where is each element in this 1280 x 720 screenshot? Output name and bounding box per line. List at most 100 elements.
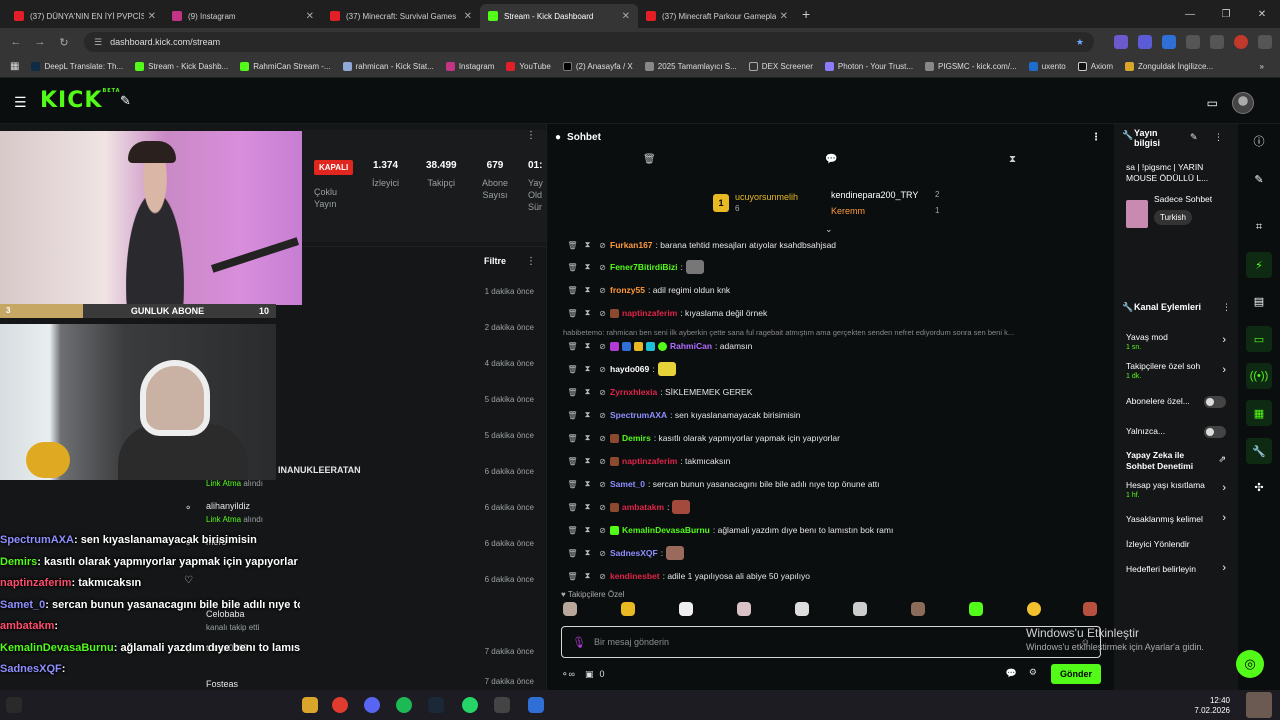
bookmark[interactable]: RahmiCan Stream -... [240, 62, 331, 71]
app-icon[interactable] [528, 697, 544, 713]
subs-only-toggle[interactable] [1204, 396, 1226, 408]
ban-icon[interactable]: ⊘ [595, 241, 610, 250]
maximize-icon[interactable]: ❐ [1208, 9, 1244, 20]
emote-only-toggle[interactable] [1204, 426, 1226, 438]
chat-message[interactable]: 🗑 ⧗ ⊘ Furkan167: barana tehtid mesajları at… [565, 236, 836, 254]
chat-message[interactable]: 🗑 ⧗ ⊘ RahmiCan: adamsın [565, 337, 752, 355]
timeout-icon[interactable]: ⧗ [580, 410, 595, 420]
delete-icon[interactable]: 🗑 [565, 411, 580, 420]
delete-icon[interactable]: 🗑 [565, 549, 580, 558]
bookmark[interactable]: Photon - Your Trust... [824, 62, 913, 71]
extension-icon[interactable] [1138, 35, 1152, 49]
close-tab-icon[interactable]: ✕ [622, 11, 630, 22]
crop-icon[interactable]: ⌗ [1246, 214, 1272, 240]
broadcast-icon[interactable]: ((•)) [1246, 363, 1272, 389]
timeout-icon[interactable]: ⧗ [580, 502, 595, 512]
stats-menu-icon[interactable]: ⋮ [526, 130, 536, 141]
delete-icon[interactable]: 🗑 [565, 434, 580, 443]
emote[interactable] [1083, 602, 1097, 616]
emote[interactable] [1027, 602, 1041, 616]
chevron-right-icon[interactable]: › [1222, 482, 1226, 494]
menu-icon[interactable] [1258, 35, 1272, 49]
discord-icon[interactable] [364, 697, 380, 713]
close-tab-icon[interactable]: ✕ [148, 11, 156, 22]
browser-tab[interactable]: (37) DÜNYA'NIN EN İYİ PVPCİSİ ✕ [6, 4, 164, 28]
emote[interactable] [795, 602, 809, 616]
delete-icon[interactable]: 🗑 [565, 480, 580, 489]
ban-icon[interactable]: ⊘ [595, 309, 610, 318]
emote[interactable] [621, 602, 635, 616]
external-link-icon[interactable]: ⇗ [1218, 454, 1226, 465]
avatar[interactable] [1232, 92, 1254, 114]
bookmark[interactable]: 2025 Tamamlayıcı S... [644, 62, 737, 71]
ban-icon[interactable]: ⊘ [595, 411, 610, 420]
spotify-icon[interactable] [396, 697, 412, 713]
bookmark[interactable]: rahmican - Kick Stat... [342, 62, 434, 71]
leaderboard-user[interactable]: kendinepara200_TRY [831, 190, 918, 200]
bookmark[interactable]: Axiom [1077, 62, 1113, 71]
wallet-icon[interactable]: ▭ [1207, 96, 1218, 110]
edit-icon[interactable]: ✎ [1246, 166, 1272, 192]
ban-icon[interactable]: ⊘ [595, 263, 610, 272]
timeout-icon[interactable]: ⧗ [580, 456, 595, 466]
bookmark[interactable]: Stream - Kick Dashb... [135, 62, 228, 71]
new-tab-icon[interactable]: + [802, 6, 810, 22]
steam-icon[interactable] [428, 697, 444, 713]
file-explorer-icon[interactable] [302, 697, 318, 713]
timeout-icon[interactable]: ⧗ [580, 387, 595, 397]
browser-tab[interactable]: (37) Minecraft: Survival Games ✕ [322, 4, 480, 28]
chat-input[interactable]: 🎙 Bir mesaj gönderin ☺ [561, 626, 1101, 658]
ban-icon[interactable]: ⊘ [595, 457, 610, 466]
delete-icon[interactable]: 🗑 [565, 342, 580, 351]
hourglass-icon[interactable]: ⧗ [1009, 154, 1016, 165]
start-icon[interactable] [6, 697, 22, 713]
chat-message[interactable]: 🗑 ⧗ ⊘ Samet_0: sercan bunun yasanacagını bi… [565, 475, 879, 493]
back-icon[interactable]: ← [4, 36, 28, 48]
panel-menu-icon[interactable]: ⋮ [1222, 302, 1231, 313]
timeout-icon[interactable]: ⧗ [580, 262, 595, 272]
chat-message[interactable]: 🗑 ⧗ ⊘ haydo069: [565, 360, 676, 378]
panel-menu-icon[interactable]: ⋮ [1214, 132, 1223, 143]
puzzle-icon[interactable] [1186, 35, 1200, 49]
ban-icon[interactable]: ⊘ [595, 286, 610, 295]
chat-message[interactable]: 🗑 ⧗ ⊘ KemalinDevasaBurnu: ağlamali yazdım d… [565, 521, 893, 539]
browser-tab[interactable]: (37) Minecraft Parkour Gameplay ✕ [638, 4, 796, 28]
bookmark-star-icon[interactable]: ★ [1076, 37, 1084, 48]
delete-icon[interactable]: 🗑 [565, 526, 580, 535]
chat-settings-icon[interactable]: 💬 [1006, 668, 1017, 679]
address-bar[interactable]: ☰ dashboard.kick.com/stream ★ [84, 32, 1094, 52]
timeout-icon[interactable]: ⧗ [580, 240, 595, 250]
chat-message[interactable]: 🗑 ⧗ ⊘ Demirs: kasıtlı olarak yapmıyorlar ya… [565, 429, 840, 447]
mic-icon[interactable]: 🎙 [572, 636, 586, 649]
bookmark[interactable]: DEX Screener [748, 62, 813, 71]
whatsapp-icon[interactable] [462, 697, 478, 713]
timeout-icon[interactable]: ⧗ [580, 548, 595, 558]
timeout-icon[interactable]: ⧗ [580, 525, 595, 535]
delete-icon[interactable]: 🗑 [565, 309, 580, 318]
chevron-right-icon[interactable]: › [1222, 364, 1226, 376]
close-window-icon[interactable]: ✕ [1244, 9, 1280, 20]
bookmark[interactable]: (2) Anasayfa / X [562, 62, 633, 71]
bookmark[interactable]: DeepL Translate: Th... [31, 62, 123, 71]
minimize-icon[interactable]: — [1172, 9, 1208, 20]
lightning-icon[interactable]: ⚡ [1246, 252, 1272, 278]
close-tab-icon[interactable]: ✕ [306, 11, 314, 22]
ban-icon[interactable]: ⊘ [595, 503, 610, 512]
bookmark[interactable]: PIGSMC - kick.com/... [925, 62, 1017, 71]
chevron-right-icon[interactable]: › [1222, 512, 1226, 524]
chat-message[interactable]: 🗑 ⧗ ⊘ naptinzaferim: takmıcaksın [565, 452, 730, 470]
apps-icon[interactable]: ▦ [10, 61, 19, 72]
layout-icon[interactable]: ▦ [1246, 400, 1272, 426]
system-clock[interactable]: 12:40 7.02.2026 [1194, 696, 1230, 716]
site-info-icon[interactable]: ☰ [94, 37, 102, 48]
delete-icon[interactable]: 🗑 [565, 503, 580, 512]
forward-icon[interactable]: → [28, 36, 52, 48]
browser-tab[interactable]: (9) Instagram ✕ [164, 4, 322, 28]
delete-icon[interactable]: 🗑 [565, 457, 580, 466]
send-button[interactable]: Gönder [1050, 664, 1101, 684]
hamburger-menu-icon[interactable]: ☰ [14, 94, 27, 111]
timeout-icon[interactable]: ⧗ [580, 479, 595, 489]
close-tab-icon[interactable]: ✕ [780, 11, 788, 22]
delete-icon[interactable]: 🗑 [565, 365, 580, 374]
chat-message[interactable]: 🗑 ⧗ ⊘ ambatakm: [565, 498, 691, 516]
